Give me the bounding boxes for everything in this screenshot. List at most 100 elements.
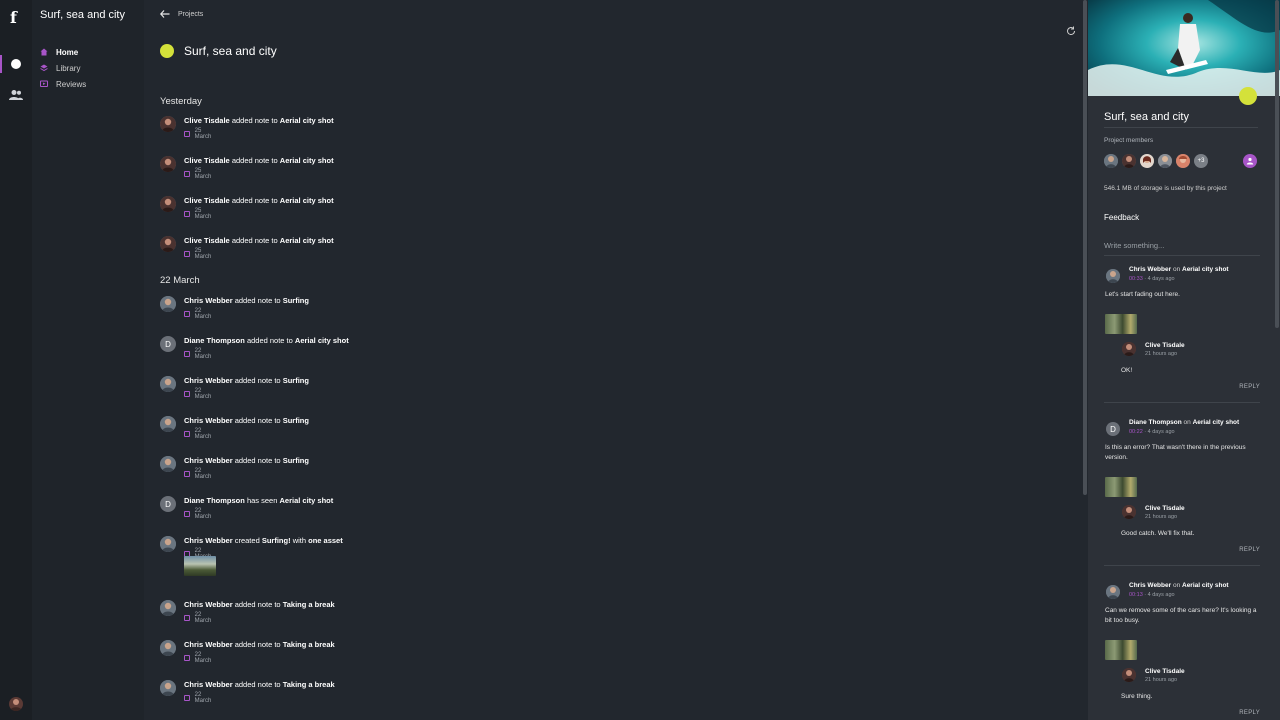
activity-action: added note to bbox=[234, 600, 281, 609]
comment-author-line: Diane Thompson on Aerial city shot bbox=[1129, 419, 1239, 426]
avatar bbox=[1122, 342, 1136, 356]
activity-text: Chris Webber added note to Surfing bbox=[184, 456, 309, 465]
activity-suffix-pre: with bbox=[292, 536, 307, 545]
activity-meta: 22 March bbox=[184, 308, 213, 320]
avatar[interactable] bbox=[1176, 154, 1190, 168]
activity-target[interactable]: Aerial city shot bbox=[280, 116, 334, 125]
user-avatar[interactable] bbox=[9, 697, 23, 711]
activity-target[interactable]: Taking a break bbox=[283, 600, 335, 609]
activity-user: Chris Webber bbox=[184, 536, 233, 545]
project-title: Surf, sea and city bbox=[40, 9, 125, 21]
section-title: Yesterday bbox=[160, 96, 202, 107]
feed-scrollbar[interactable] bbox=[1083, 0, 1087, 495]
activity-suffix: one asset bbox=[308, 536, 343, 545]
app-logo[interactable]: f bbox=[10, 8, 17, 27]
nav-item-label: Home bbox=[56, 47, 79, 57]
page-header: Surf, sea and city bbox=[160, 44, 277, 58]
activity-target[interactable]: Aerial city shot bbox=[280, 236, 334, 245]
projects-dot-icon[interactable] bbox=[11, 59, 21, 69]
comment-thread: Chris Webber on Aerial city shot 00:33 · … bbox=[1104, 266, 1260, 403]
comment-meta: 00:13 · 4 days ago bbox=[1129, 592, 1175, 598]
activity-target[interactable]: Taking a break bbox=[283, 680, 335, 689]
panel-scrollbar[interactable] bbox=[1275, 0, 1279, 328]
comment-timecode[interactable]: 00:33 bbox=[1129, 276, 1143, 282]
people-icon[interactable] bbox=[9, 89, 23, 101]
breadcrumb: Projects bbox=[178, 10, 204, 18]
activity-target[interactable]: Surfing bbox=[283, 296, 309, 305]
comment-thumbnail[interactable] bbox=[1105, 640, 1137, 660]
avatar[interactable] bbox=[1158, 154, 1172, 168]
activity-target[interactable]: Surfing bbox=[283, 376, 309, 385]
activity-date: 22 March bbox=[194, 348, 212, 360]
reply-button[interactable]: REPLY bbox=[1239, 384, 1260, 390]
activity-target[interactable]: Aerial city shot bbox=[280, 156, 334, 165]
nav-item-label: Reviews bbox=[56, 79, 87, 89]
comment-thumbnail[interactable] bbox=[1105, 477, 1137, 497]
activity-target[interactable]: Aerial city shot bbox=[295, 336, 349, 345]
activity-user: Chris Webber bbox=[184, 376, 233, 385]
avatar bbox=[160, 680, 176, 696]
activity-action: has seen bbox=[246, 496, 278, 505]
comment-target[interactable]: Aerial city shot bbox=[1182, 582, 1229, 589]
review-icon bbox=[184, 251, 190, 257]
avatar bbox=[160, 156, 176, 172]
nav-item-reviews[interactable]: Reviews bbox=[40, 77, 86, 91]
arrow-left-icon bbox=[160, 10, 170, 18]
activity-user: Diane Thompson bbox=[184, 336, 245, 345]
section-title: 22 March bbox=[160, 275, 200, 286]
activity-date: 25 March bbox=[194, 128, 212, 140]
comment-on: on bbox=[1172, 266, 1181, 273]
avatar bbox=[160, 416, 176, 432]
activity-meta: 22 March bbox=[184, 388, 213, 400]
activity-target[interactable]: Surfing bbox=[283, 416, 309, 425]
review-icon bbox=[184, 211, 190, 217]
activity-target[interactable]: Aerial city shot bbox=[279, 496, 333, 505]
comment-target[interactable]: Aerial city shot bbox=[1193, 419, 1240, 426]
nav-item-library[interactable]: Library bbox=[40, 61, 80, 75]
avatar bbox=[160, 456, 176, 472]
activity-user: Clive Tisdale bbox=[184, 196, 230, 205]
activity-meta: 25 March bbox=[184, 208, 213, 220]
more-members-badge[interactable]: +3 bbox=[1194, 154, 1208, 168]
comment-thumbnail[interactable] bbox=[1105, 314, 1137, 334]
members-label: Project members bbox=[1104, 137, 1154, 144]
comment-timecode[interactable]: 00:13 bbox=[1129, 592, 1143, 598]
activity-target[interactable]: Surfing! bbox=[262, 536, 291, 545]
activity-user: Chris Webber bbox=[184, 416, 233, 425]
activity-date: 25 March bbox=[194, 208, 212, 220]
activity-target[interactable]: Surfing bbox=[283, 456, 309, 465]
comment-input[interactable]: Write something... bbox=[1104, 241, 1164, 250]
activity-user: Chris Webber bbox=[184, 456, 233, 465]
activity-user: Clive Tisdale bbox=[184, 236, 230, 245]
activity-text: Clive Tisdale added note to Aerial city … bbox=[184, 236, 334, 245]
panel-project-title[interactable]: Surf, sea and city bbox=[1104, 111, 1189, 123]
activity-date: 22 March bbox=[194, 308, 212, 320]
avatar[interactable] bbox=[1122, 154, 1136, 168]
reply-body: Sure thing. bbox=[1121, 693, 1153, 700]
activity-meta: 22 March bbox=[184, 612, 213, 624]
nav-item-home[interactable]: Home bbox=[40, 45, 78, 59]
asset-thumbnail[interactable] bbox=[184, 556, 216, 576]
refresh-icon[interactable] bbox=[1066, 26, 1076, 36]
back-to-projects[interactable]: Projects bbox=[160, 10, 203, 18]
comment-on: on bbox=[1172, 582, 1181, 589]
comment-target[interactable]: Aerial city shot bbox=[1182, 266, 1229, 273]
reply-body: OK! bbox=[1121, 367, 1133, 374]
comment-on: on bbox=[1183, 419, 1191, 426]
add-member-button[interactable] bbox=[1243, 154, 1257, 168]
review-icon bbox=[184, 131, 190, 137]
reply-button[interactable]: REPLY bbox=[1239, 710, 1260, 716]
avatar bbox=[160, 196, 176, 212]
project-color-dot bbox=[160, 44, 174, 58]
avatar[interactable] bbox=[1140, 154, 1154, 168]
storage-usage: 546.1 MB of storage is used by this proj… bbox=[1104, 185, 1227, 192]
activity-meta: 22 March bbox=[184, 428, 213, 440]
reply-button[interactable]: REPLY bbox=[1239, 547, 1260, 553]
activity-target[interactable]: Aerial city shot bbox=[280, 196, 334, 205]
activity-target[interactable]: Taking a break bbox=[283, 640, 335, 649]
activity-meta: 22 March bbox=[184, 468, 213, 480]
activity-text: Chris Webber added note to Surfing bbox=[184, 416, 309, 425]
activity-meta: 25 March bbox=[184, 168, 213, 180]
avatar[interactable] bbox=[1104, 154, 1118, 168]
comment-timecode[interactable]: 00:22 bbox=[1129, 429, 1143, 435]
